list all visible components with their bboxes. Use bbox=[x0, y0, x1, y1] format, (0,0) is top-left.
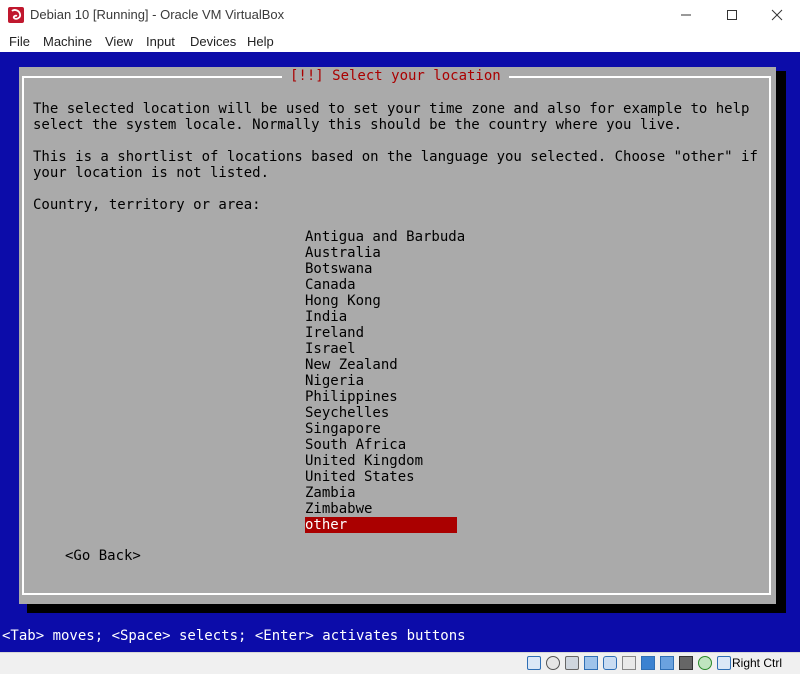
host-key-label: Right Ctrl bbox=[731, 656, 782, 670]
shortlist-note-line-2: your location is not listed. bbox=[33, 165, 270, 181]
location-option[interactable]: New Zealand bbox=[305, 357, 457, 373]
location-option[interactable]: India bbox=[305, 309, 457, 325]
location-option[interactable]: Zambia bbox=[305, 485, 457, 501]
location-option[interactable]: Hong Kong bbox=[305, 293, 457, 309]
usb-icon[interactable] bbox=[603, 656, 617, 670]
dialog-title: [!!] Select your location bbox=[282, 68, 509, 85]
location-option[interactable]: Seychelles bbox=[305, 405, 457, 421]
minimize-button[interactable] bbox=[663, 2, 709, 28]
shortlist-note-line-1: This is a shortlist of locations based o… bbox=[33, 149, 758, 165]
installer-dialog: [!!] Select your location The selected l… bbox=[19, 67, 776, 604]
virtualbox-icon bbox=[8, 7, 24, 23]
menu-devices[interactable]: Devices bbox=[190, 34, 236, 49]
display-icon[interactable] bbox=[641, 656, 655, 670]
close-button[interactable] bbox=[754, 2, 800, 28]
location-option[interactable]: Canada bbox=[305, 277, 457, 293]
optical-drive-icon[interactable] bbox=[546, 656, 560, 670]
location-option[interactable]: Zimbabwe bbox=[305, 501, 457, 517]
network-icon[interactable] bbox=[584, 656, 598, 670]
location-option[interactable]: Ireland bbox=[305, 325, 457, 341]
mouse-integration-icon[interactable] bbox=[698, 656, 712, 670]
window-title: Debian 10 [Running] - Oracle VM VirtualB… bbox=[30, 7, 285, 22]
hard-disk-icon[interactable] bbox=[527, 656, 541, 670]
status-bar: Right Ctrl bbox=[0, 652, 800, 674]
location-option[interactable]: United States bbox=[305, 469, 457, 485]
location-option[interactable]: Botswana bbox=[305, 261, 457, 277]
location-list: Antigua and Barbuda Australia Botswana C… bbox=[305, 229, 465, 533]
location-option[interactable]: Antigua and Barbuda bbox=[305, 229, 465, 245]
location-option-selected[interactable]: other bbox=[305, 517, 457, 533]
location-option[interactable]: Philippines bbox=[305, 389, 457, 405]
menu-input[interactable]: Input bbox=[146, 34, 175, 49]
maximize-icon bbox=[727, 10, 737, 20]
menu-bar: File Machine View Input Devices Help bbox=[0, 30, 800, 52]
video-capture-icon[interactable] bbox=[660, 656, 674, 670]
go-back-button[interactable]: <Go Back> bbox=[65, 548, 141, 564]
cpu-icon[interactable] bbox=[679, 656, 693, 670]
menu-machine[interactable]: Machine bbox=[43, 34, 92, 49]
description-line-1: The selected location will be used to se… bbox=[33, 101, 750, 117]
vm-display[interactable]: [!!] Select your location The selected l… bbox=[0, 52, 800, 652]
location-option[interactable]: Nigeria bbox=[305, 373, 457, 389]
menu-file[interactable]: File bbox=[9, 34, 30, 49]
location-option[interactable]: Australia bbox=[305, 245, 457, 261]
keyboard-icon[interactable] bbox=[717, 656, 731, 670]
window-titlebar: Debian 10 [Running] - Oracle VM VirtualB… bbox=[0, 0, 800, 30]
location-option[interactable]: Singapore bbox=[305, 421, 457, 437]
minimize-icon bbox=[681, 14, 691, 16]
shared-folder-icon[interactable] bbox=[622, 656, 636, 670]
country-prompt: Country, territory or area: bbox=[33, 197, 261, 213]
key-help-line: <Tab> moves; <Space> selects; <Enter> ac… bbox=[2, 628, 466, 644]
maximize-button[interactable] bbox=[709, 2, 755, 28]
description-line-2: select the system locale. Normally this … bbox=[33, 117, 683, 133]
menu-help[interactable]: Help bbox=[247, 34, 274, 49]
close-icon bbox=[771, 9, 783, 21]
audio-icon[interactable] bbox=[565, 656, 579, 670]
location-option[interactable]: United Kingdom bbox=[305, 453, 457, 469]
location-option[interactable]: South Africa bbox=[305, 437, 457, 453]
menu-view[interactable]: View bbox=[105, 34, 133, 49]
location-option[interactable]: Israel bbox=[305, 341, 457, 357]
